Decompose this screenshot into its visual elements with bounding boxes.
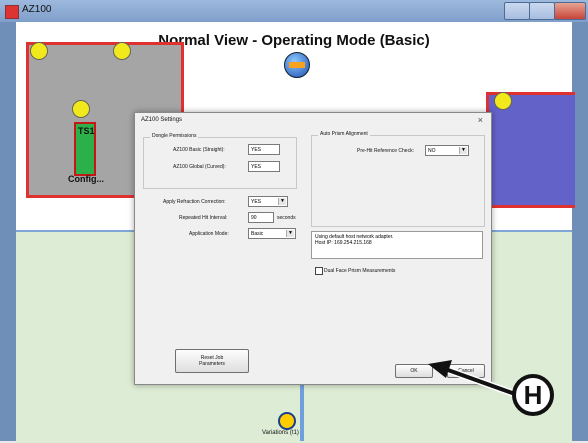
callout-arrow bbox=[428, 360, 517, 398]
callout-badge: H bbox=[512, 374, 554, 416]
